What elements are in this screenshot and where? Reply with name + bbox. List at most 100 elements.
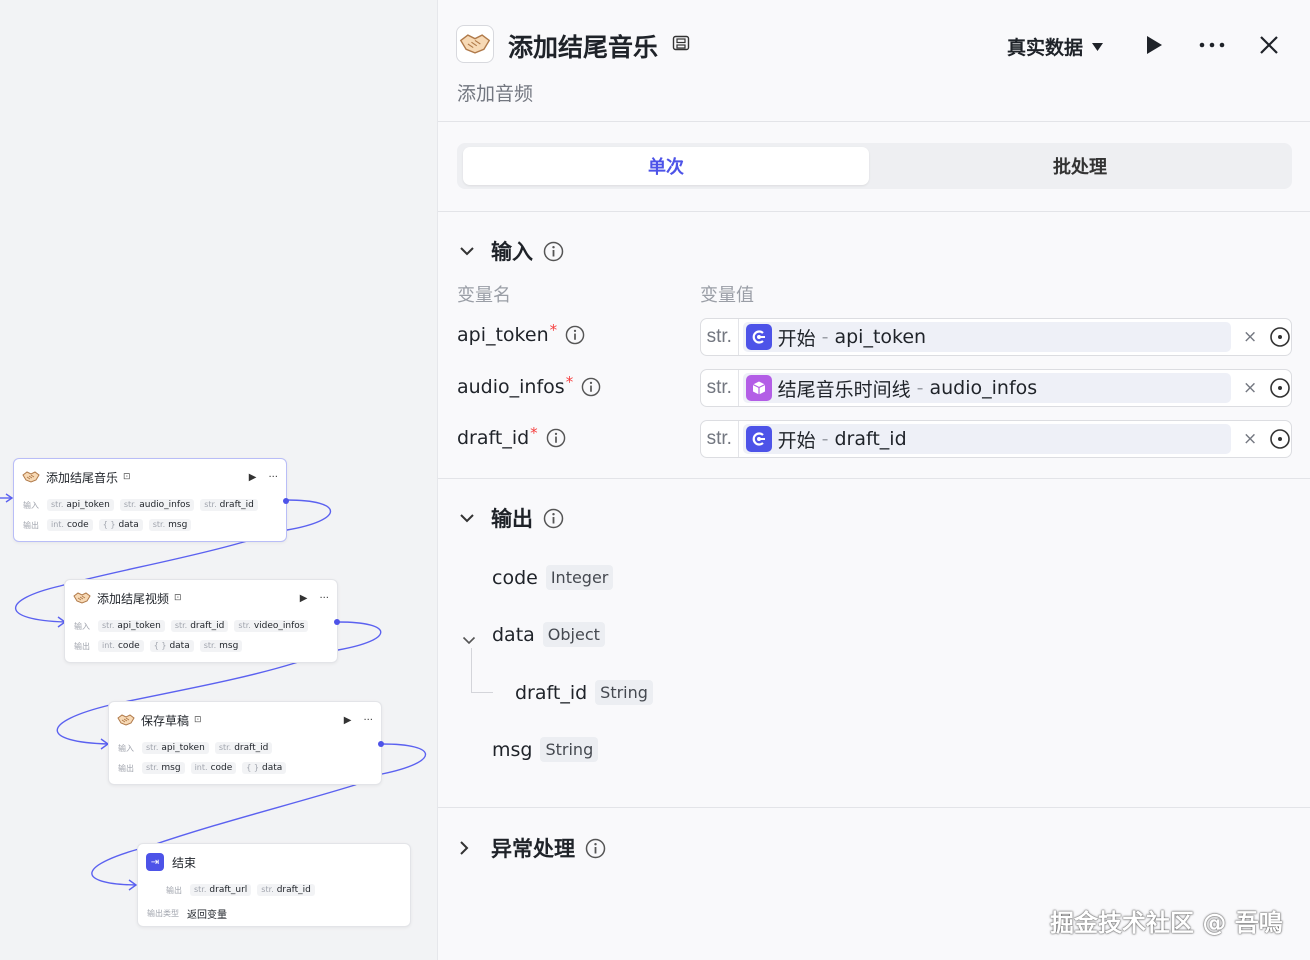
- node-param-chip: { } data: [98, 519, 143, 531]
- clear-icon[interactable]: ×: [1241, 327, 1259, 347]
- tab-batch[interactable]: 批处理: [877, 147, 1283, 185]
- var-name: api_token: [457, 324, 549, 346]
- run-icon[interactable]: ▶: [300, 593, 308, 604]
- caret-down-icon: [1092, 42, 1104, 51]
- node-param-chip: { } data: [149, 640, 194, 652]
- column-header-value: 变量值: [700, 285, 754, 306]
- workflow-canvas[interactable]: 添加结尾音乐 ⊡ ▶ ··· 输入 str. api_token str. audi…: [0, 0, 437, 960]
- var-value-field[interactable]: str. 结尾音乐时间线 - audio_infos ×: [700, 369, 1292, 407]
- info-icon[interactable]: [543, 508, 564, 529]
- start-node-icon: [745, 426, 772, 452]
- chevron-down-icon[interactable]: [462, 630, 476, 649]
- tree-connector: [471, 692, 493, 693]
- save-icon[interactable]: [672, 35, 690, 55]
- ref-separator: -: [821, 326, 829, 348]
- node-param-chip: { } data: [242, 762, 287, 774]
- clear-icon[interactable]: ×: [1241, 429, 1259, 449]
- ref-node-name: 结尾音乐时间线: [777, 378, 911, 401]
- chevron-down-icon: [459, 246, 479, 256]
- variable-picker-icon[interactable]: [1269, 428, 1291, 450]
- info-icon[interactable]: [543, 241, 564, 262]
- node-param-chip: int. code: [47, 519, 93, 531]
- node-param-chip: str. draft_id: [200, 499, 258, 511]
- divider: [438, 478, 1310, 479]
- node-title: 添加结尾视频: [97, 591, 170, 606]
- var-name: draft_id: [457, 427, 530, 449]
- output-port[interactable]: [378, 741, 384, 747]
- more-icon[interactable]: ···: [319, 593, 329, 604]
- error-section-header[interactable]: 异常处理: [459, 833, 606, 863]
- variable-picker-icon[interactable]: [1269, 326, 1291, 348]
- node-param-chip: str. api_token: [47, 499, 114, 511]
- run-icon[interactable]: ▶: [249, 472, 257, 483]
- chevron-down-icon: [459, 513, 479, 523]
- info-icon[interactable]: [581, 377, 601, 397]
- node-param-chip: str. msg: [148, 519, 192, 531]
- close-button[interactable]: [1254, 30, 1284, 60]
- output-section-header[interactable]: 输出: [459, 503, 564, 533]
- info-icon[interactable]: [546, 428, 566, 448]
- var-reference-tag[interactable]: 结尾音乐时间线 - audio_infos: [742, 373, 1232, 403]
- more-icon[interactable]: ···: [268, 472, 278, 483]
- divider: [438, 121, 1310, 122]
- node-param-chip: str. draft_url: [190, 884, 252, 896]
- divider: [438, 211, 1310, 212]
- variable-picker-icon[interactable]: [1269, 377, 1291, 399]
- error-section-title: 异常处理: [491, 837, 575, 861]
- output-field-name: data: [492, 623, 535, 646]
- panel-subtitle: 添加音频: [457, 83, 534, 105]
- info-icon[interactable]: [565, 325, 585, 345]
- tab-single[interactable]: 单次: [463, 147, 869, 185]
- input-section-header[interactable]: 输入: [459, 236, 564, 266]
- node-param-chip: int. code: [98, 640, 144, 652]
- var-value-field[interactable]: str. 开始 - draft_id ×: [700, 420, 1292, 458]
- workflow-node-save-draft[interactable]: 保存草稿 ⊡ ▶ ··· 输入 str. api_token str. draft_…: [108, 701, 384, 785]
- var-value-field[interactable]: str. 开始 - api_token ×: [700, 318, 1292, 356]
- output-type-chip: String: [595, 680, 653, 705]
- output-port[interactable]: [334, 619, 340, 625]
- run-icon[interactable]: ▶: [344, 715, 352, 726]
- var-type-label: str.: [701, 370, 739, 406]
- workflow-node-end[interactable]: ⇥ 结束 输出 str. draft_url str. draft_id 输出类型 …: [137, 843, 411, 927]
- var-reference-tag[interactable]: 开始 - draft_id: [742, 424, 1232, 454]
- data-mode-label: 真实数据: [1007, 37, 1084, 59]
- info-icon[interactable]: [585, 838, 606, 859]
- output-field-name: draft_id: [515, 681, 588, 704]
- ref-separator: -: [916, 377, 924, 399]
- node-output-type-value: 返回变量: [187, 910, 227, 921]
- ref-node-name: 开始: [777, 429, 816, 452]
- play-icon: [1147, 36, 1162, 54]
- node-param-chip: str. msg: [199, 640, 243, 652]
- input-var-row: api_token *: [457, 321, 585, 346]
- var-name: audio_infos: [457, 376, 565, 398]
- node-param-chip: str. draft_id: [257, 884, 315, 896]
- output-port[interactable]: [283, 498, 289, 504]
- var-reference-tag[interactable]: 开始 - api_token: [742, 322, 1232, 352]
- more-icon[interactable]: ···: [363, 715, 373, 726]
- data-mode-select[interactable]: 真实数据: [1007, 33, 1104, 60]
- node-title: 结束: [172, 855, 197, 870]
- ref-var-name: api_token: [834, 326, 927, 348]
- more-icon: [1199, 42, 1225, 48]
- panel-title[interactable]: 添加结尾音乐: [508, 28, 658, 64]
- node-output-type-label: 输出类型: [147, 909, 179, 918]
- save-icon: ⊡: [194, 715, 202, 725]
- clear-icon[interactable]: ×: [1241, 378, 1259, 398]
- chevron-right-icon: [459, 840, 479, 856]
- output-field: code Integer: [492, 565, 614, 590]
- handshake-icon: [456, 25, 494, 63]
- workflow-node-add-end-video[interactable]: 添加结尾视频 ⊡ ▶ ··· 输入 str. api_token str. draf…: [64, 579, 340, 663]
- node-param-chip: str. draft_id: [170, 620, 229, 632]
- plugin-cube-icon: [745, 375, 772, 401]
- more-button[interactable]: [1197, 30, 1227, 60]
- ref-separator: -: [821, 428, 829, 450]
- output-field: msg String: [492, 737, 599, 762]
- input-section-title: 输入: [491, 240, 533, 264]
- run-button[interactable]: [1139, 30, 1169, 60]
- workflow-node-add-end-music[interactable]: 添加结尾音乐 ⊡ ▶ ··· 输入 str. api_token str. audi…: [13, 458, 289, 542]
- ref-var-name: audio_infos: [929, 377, 1038, 399]
- output-field: data Object: [492, 622, 605, 647]
- node-title: 添加结尾音乐: [46, 470, 119, 485]
- var-type-label: str.: [701, 421, 739, 457]
- node-input-label: 输入: [74, 621, 90, 631]
